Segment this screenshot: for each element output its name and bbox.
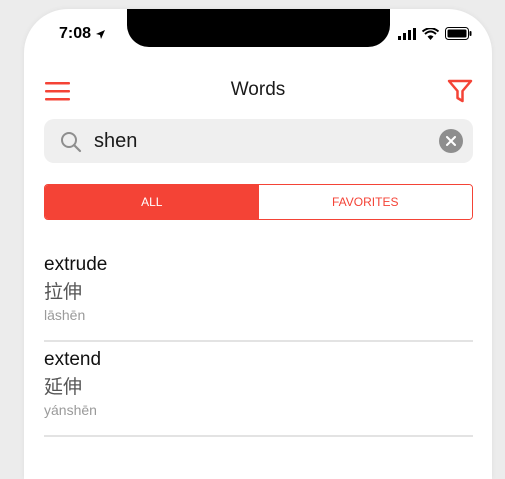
word-english: extrude bbox=[44, 254, 108, 275]
list-item[interactable]: extend 延伸 yánshēn bbox=[44, 344, 473, 437]
search-input[interactable] bbox=[94, 127, 424, 155]
tab-favorites[interactable]: FAVORITES bbox=[258, 185, 472, 219]
clear-search-button[interactable] bbox=[439, 129, 463, 153]
signal-icon bbox=[398, 27, 416, 40]
tab-all[interactable]: ALL bbox=[45, 185, 259, 219]
notch bbox=[127, 9, 390, 47]
word-english: extend bbox=[44, 349, 102, 370]
word-hanzi: 拉伸 bbox=[44, 281, 83, 303]
page-title: Words bbox=[230, 79, 286, 100]
word-hanzi: 延伸 bbox=[44, 376, 83, 398]
navigation-bar: Words bbox=[24, 71, 492, 111]
clear-icon bbox=[446, 136, 456, 146]
filter-button[interactable] bbox=[446, 77, 474, 105]
filter-segmented-control: ALL FAVORITES bbox=[44, 184, 473, 220]
word-pinyin: yánshēn bbox=[44, 402, 97, 418]
status-bar-icons bbox=[398, 27, 472, 40]
list-item[interactable]: extrude 拉伸 lāshēn bbox=[44, 249, 473, 342]
wifi-icon bbox=[422, 27, 439, 40]
word-list: extrude 拉伸 lāshēn extend 延伸 yánshēn bbox=[44, 249, 473, 437]
phone-screen: 7:08 Words shen ALL FAVORITES extrude 拉伸… bbox=[24, 9, 492, 479]
word-pinyin: lāshēn bbox=[44, 307, 86, 323]
status-bar-time: 7:08 bbox=[59, 25, 106, 43]
location-arrow-icon bbox=[96, 29, 106, 39]
search-bar bbox=[44, 119, 473, 163]
time-label: 7:08 bbox=[59, 25, 92, 42]
filter-icon bbox=[447, 79, 473, 103]
battery-icon bbox=[445, 27, 472, 40]
search-icon bbox=[61, 132, 82, 153]
